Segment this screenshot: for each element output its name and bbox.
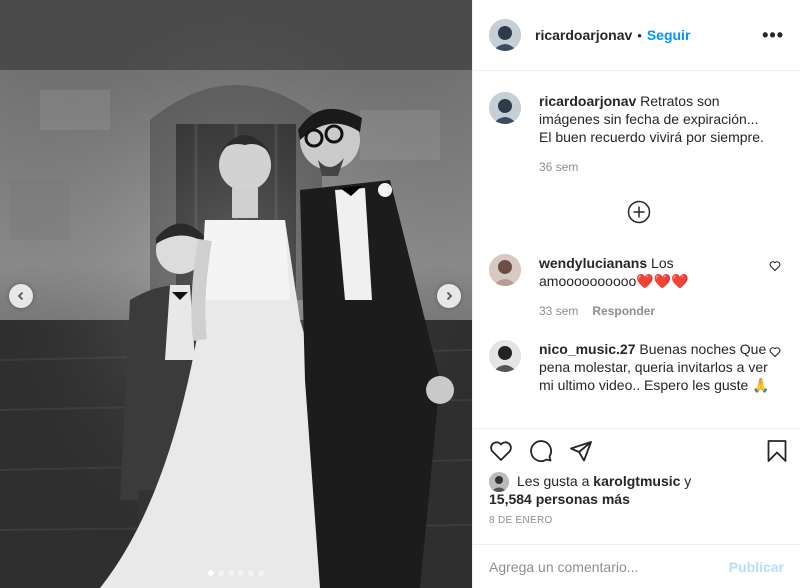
comment-icon[interactable] [529,439,553,463]
avatar-image [489,254,521,286]
like-comment-heart-icon[interactable] [769,260,781,272]
comments-list: ricardoarjonav Retratos son imágenes sin… [473,72,800,428]
comment-body: nico_music.27 Buenas noches Que pena mol… [539,340,771,394]
chevron-left-icon [17,291,24,301]
comment-item: nico_music.27 Buenas noches Que pena mol… [489,340,789,394]
post-photo[interactable] [0,0,472,588]
comment-text-block: wendylucianans Los amoooooooooo❤️❤️❤️ [539,254,771,290]
comment-username[interactable]: nico_music.27 [539,341,636,357]
avatar-image [489,19,521,51]
avatar-image [489,92,521,124]
likes-prefix: Les gusta a [517,473,594,489]
comment-time[interactable]: 33 sem [539,304,578,318]
comment-input[interactable]: Agrega un comentario... [489,559,638,575]
more-icon[interactable]: ••• [762,26,784,44]
liker-avatar[interactable] [489,472,509,492]
heart-icon[interactable] [489,439,513,463]
likes-summary: Les gusta a karolgtmusic y 15,584 person… [489,472,691,508]
reply-button[interactable]: Responder [592,304,655,318]
likes-middle: y [680,473,692,489]
add-comment-bar: Agrega un comentario... Publicar [473,544,800,588]
avatar[interactable] [489,340,521,372]
like-comment-heart-icon[interactable] [769,346,781,358]
add-comments-icon[interactable] [627,200,651,224]
bookmark-icon[interactable] [765,439,789,463]
carousel-dot [258,570,264,576]
likes-text: Les gusta a karolgtmusic y 15,584 person… [489,472,692,508]
header-separator: • [637,27,642,43]
avatar-image [489,472,509,492]
carousel-prev-button[interactable] [9,284,33,308]
comment-username[interactable]: wendylucianans [539,255,647,271]
carousel-dot [218,570,224,576]
comment-meta: 33 sem Responder [539,302,771,320]
caption-text-block: ricardoarjonav Retratos son imágenes sin… [539,92,771,146]
carousel-dots [0,570,472,576]
post-side-panel: ricardoarjonav • Seguir ••• ricardoarjon… [472,0,800,588]
wedding-photo [0,0,472,588]
carousel-dot [208,570,214,576]
avatar[interactable] [489,19,521,51]
liker-username[interactable]: karolgtmusic [593,473,680,489]
chevron-right-icon [446,291,453,301]
carousel-next-button[interactable] [437,284,461,308]
caption-body: ricardoarjonav Retratos son imágenes sin… [539,92,771,176]
avatar[interactable] [489,254,521,286]
comment-text-block: nico_music.27 Buenas noches Que pena mol… [539,340,771,394]
caption-meta: 36 sem [539,158,771,176]
caption-username[interactable]: ricardoarjonav [539,93,636,109]
post-header: ricardoarjonav • Seguir ••• [473,0,800,71]
share-icon[interactable] [569,439,593,463]
post-username[interactable]: ricardoarjonav [535,27,632,43]
post-actions: Les gusta a karolgtmusic y 15,584 person… [473,428,800,544]
post-date[interactable]: 8 DE ENERO [489,515,553,526]
carousel-dot [248,570,254,576]
publish-button[interactable]: Publicar [729,559,784,575]
comment-body: wendylucianans Los amoooooooooo❤️❤️❤️ 33… [539,254,771,320]
carousel-dot [238,570,244,576]
action-icons [489,439,789,463]
comment-item: wendylucianans Los amoooooooooo❤️❤️❤️ 33… [489,254,789,320]
carousel-dot [228,570,234,576]
caption-time[interactable]: 36 sem [539,160,578,174]
follow-button[interactable]: Seguir [647,27,691,43]
avatar-image [489,340,521,372]
caption: ricardoarjonav Retratos son imágenes sin… [489,92,789,176]
avatar[interactable] [489,92,521,124]
likes-count[interactable]: 15,584 personas más [489,491,630,507]
